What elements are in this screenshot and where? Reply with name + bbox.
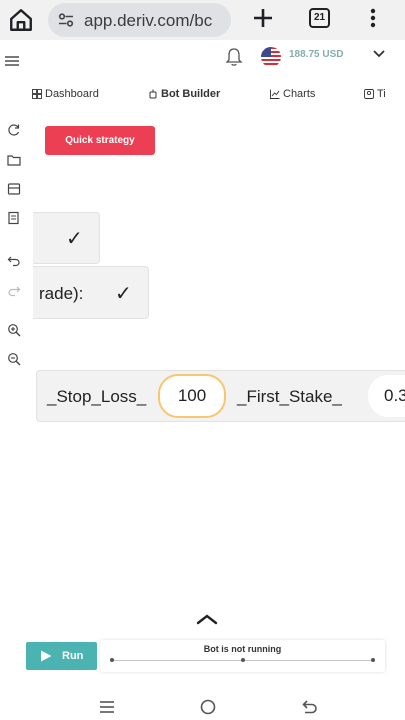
status-step-dot: [110, 658, 114, 662]
reset-icon[interactable]: [7, 123, 21, 137]
charts-icon: [270, 89, 280, 99]
stop-loss-label: _Stop_Loss_: [47, 387, 147, 406]
first-stake-value: 0.3: [384, 386, 405, 405]
us-flag-icon[interactable]: [261, 47, 281, 67]
address-bar[interactable]: app.deriv.com/bc: [48, 3, 231, 37]
tab-charts-label: Charts: [283, 88, 316, 100]
tab-dashboard-label: Dashboard: [45, 88, 99, 100]
site-settings-icon[interactable]: [58, 13, 74, 27]
status-step-dot: [241, 658, 245, 662]
play-icon: [41, 650, 52, 662]
new-tab-icon[interactable]: [252, 7, 274, 29]
recent-apps-icon[interactable]: [98, 698, 116, 716]
tab-charts[interactable]: Charts: [270, 88, 315, 100]
workspace-block[interactable]: rade): ✓: [33, 266, 149, 319]
variables-block[interactable]: _Stop_Loss_ 100 _First_Stake_ 0.3: [36, 370, 405, 422]
chevron-down-icon[interactable]: [372, 49, 386, 59]
run-button-label: Run: [62, 650, 84, 662]
quick-strategy-button[interactable]: Quick strategy: [45, 126, 155, 155]
summary-icon[interactable]: [7, 211, 21, 225]
browser-toolbar: app.deriv.com/bc 21: [0, 0, 405, 40]
url-text[interactable]: app.deriv.com/bc: [84, 11, 212, 31]
tab-switcher-button[interactable]: 21: [309, 8, 330, 28]
bot-status-text: Bot is not running: [203, 644, 282, 654]
undo-icon[interactable]: [7, 253, 21, 267]
chevron-up-icon[interactable]: [196, 613, 218, 625]
tab-dashboard[interactable]: Dashboard: [32, 88, 99, 100]
tab-bot-builder-label: Bot Builder: [161, 88, 221, 100]
tutorials-icon: [364, 89, 374, 99]
checkmark-icon[interactable]: ✓: [66, 226, 83, 250]
system-navigation-bar: [0, 690, 405, 720]
zoom-in-icon[interactable]: [7, 323, 21, 337]
workspace-block[interactable]: ✓: [33, 212, 100, 264]
app-header: 188.75 USD: [0, 40, 405, 80]
save-icon[interactable]: [7, 182, 21, 196]
hamburger-menu-icon[interactable]: [5, 56, 19, 66]
browser-menu-icon[interactable]: [365, 7, 381, 29]
notification-bell-icon[interactable]: [225, 47, 243, 67]
app-root: app.deriv.com/bc 21 188.75 USD Dashboard…: [0, 0, 405, 720]
stop-loss-value: 100: [177, 386, 207, 405]
open-folder-icon[interactable]: [7, 153, 21, 167]
stop-loss-value-input[interactable]: 100: [158, 374, 226, 418]
home-icon[interactable]: [8, 7, 34, 33]
redo-icon[interactable]: [7, 283, 21, 297]
dashboard-icon: [32, 89, 42, 99]
first-stake-label: _First_Stake_: [237, 387, 342, 406]
block-label: rade):: [39, 284, 84, 303]
main-tabs: Dashboard Bot Builder Charts Ti: [0, 82, 405, 108]
home-nav-icon[interactable]: [199, 698, 217, 716]
bot-builder-icon: [149, 89, 157, 99]
account-balance[interactable]: 188.75 USD: [289, 49, 343, 60]
zoom-out-icon[interactable]: [7, 352, 21, 366]
bot-status-panel: Bot is not running: [100, 640, 385, 672]
first-stake-value-input[interactable]: 0.3: [368, 375, 405, 417]
tab-tutorials-label: Ti: [377, 88, 386, 100]
back-icon[interactable]: [301, 698, 319, 716]
tab-bot-builder[interactable]: Bot Builder: [148, 88, 220, 100]
run-button[interactable]: Run: [26, 642, 97, 670]
status-step-dot: [371, 658, 375, 662]
tab-tutorials[interactable]: Ti: [364, 88, 386, 100]
checkmark-icon[interactable]: ✓: [115, 281, 132, 305]
